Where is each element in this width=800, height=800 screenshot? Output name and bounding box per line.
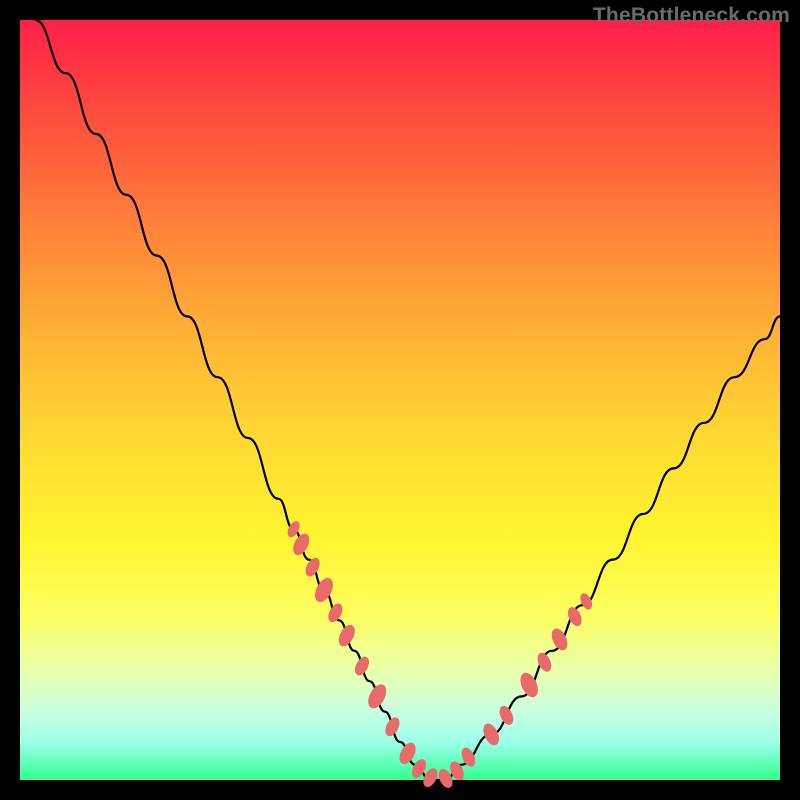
curve-marker <box>364 681 389 711</box>
curve-marker <box>480 721 502 748</box>
curve-marker <box>335 622 358 649</box>
watermark-text: TheBottleneck.com <box>593 4 790 28</box>
curve-marker <box>497 704 516 727</box>
curve-marker <box>578 591 594 611</box>
bottleneck-curve <box>35 20 780 780</box>
chart-frame: TheBottleneck.com <box>0 0 800 800</box>
curve-marker <box>352 654 372 677</box>
chart-svg <box>20 20 780 780</box>
curve-marker <box>311 575 336 605</box>
curve-marker <box>396 740 419 767</box>
plot-area <box>20 20 780 780</box>
curve-markers <box>285 519 594 790</box>
curve-marker <box>382 715 402 738</box>
